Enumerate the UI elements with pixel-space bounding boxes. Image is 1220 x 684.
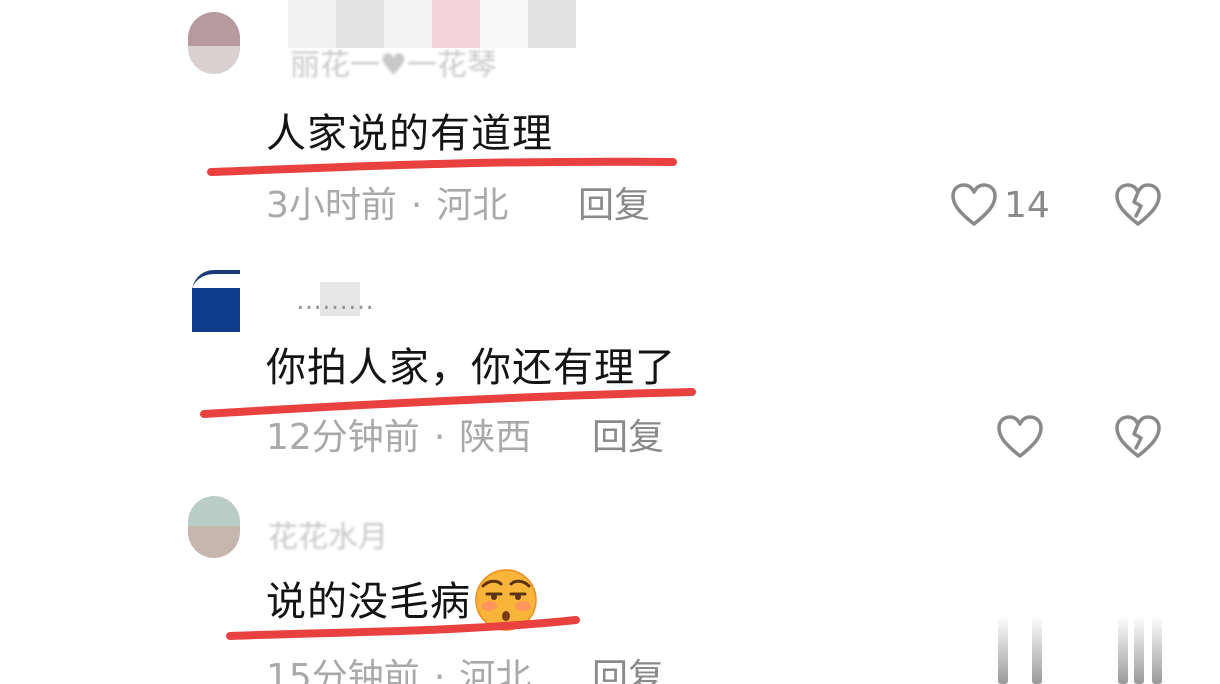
comment-meta: 15分钟前 · 河北 <box>266 656 531 684</box>
comment-location: 河北 <box>436 185 509 226</box>
comment-location: 陕西 <box>459 417 532 458</box>
avatar[interactable] <box>188 496 240 558</box>
overflow-bar <box>1134 616 1144 684</box>
dislike-button[interactable] <box>1114 414 1162 464</box>
comment-item: ……… 你拍人家，你还有理了 12分钟前 · 陕西 回复 <box>0 230 1220 460</box>
overflow-bar <box>1152 616 1162 684</box>
overflow-bar <box>998 616 1008 684</box>
like-button[interactable]: 14 <box>950 182 1050 228</box>
comment-meta: 3小时前 · 河北 <box>266 184 508 228</box>
avatar[interactable] <box>188 270 240 332</box>
avatar[interactable] <box>188 12 240 74</box>
comment-meta: 12分钟前 · 陕西 <box>266 416 531 460</box>
heart-outline-icon <box>997 415 1043 458</box>
meta-separator: · <box>410 185 423 226</box>
broken-heart-icon <box>1115 415 1161 458</box>
red-underline <box>207 157 677 176</box>
comment-text: 你拍人家，你还有理了 <box>266 345 676 391</box>
reply-button[interactable]: 回复 <box>592 656 664 684</box>
comment-location: 河北 <box>459 657 532 684</box>
overflow-bar <box>1118 616 1128 684</box>
like-count: 14 <box>1004 184 1050 226</box>
reply-button[interactable]: 回复 <box>578 184 650 228</box>
comment-time: 3小时前 <box>266 185 397 226</box>
like-button[interactable] <box>996 414 1050 460</box>
overflow-bar <box>1032 616 1042 684</box>
heart-outline-icon <box>951 183 997 226</box>
meta-separator: · <box>433 417 446 458</box>
comment-item: 丽花一♥一花琴 人家说的有道理 3小时前 · 河北 回复 14 <box>0 0 1220 230</box>
dislike-button[interactable] <box>1114 182 1162 232</box>
comment-time: 12分钟前 <box>266 417 420 458</box>
username[interactable]: 丽花一♥一花琴 <box>290 40 497 84</box>
reply-button[interactable]: 回复 <box>592 416 664 460</box>
comment-time: 15分钟前 <box>266 657 420 684</box>
broken-heart-icon <box>1115 183 1161 226</box>
username[interactable]: ……… <box>296 286 374 316</box>
red-underline <box>226 616 580 640</box>
red-underline <box>200 388 696 418</box>
meta-separator: · <box>433 657 446 684</box>
username[interactable]: 花花水月 <box>268 512 388 556</box>
